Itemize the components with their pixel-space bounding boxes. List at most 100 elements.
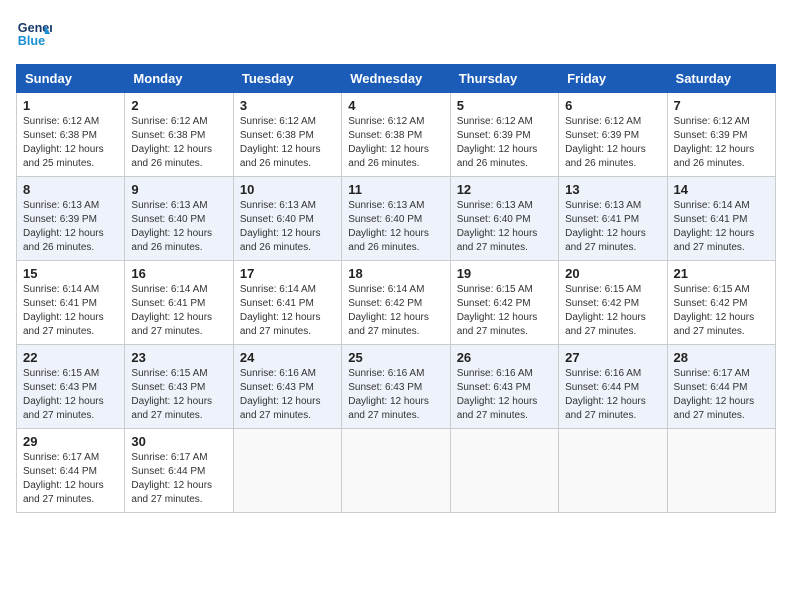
day-number: 13 <box>565 182 660 197</box>
calendar-cell: 17Sunrise: 6:14 AM Sunset: 6:41 PM Dayli… <box>233 261 341 345</box>
day-number: 22 <box>23 350 118 365</box>
day-info: Sunrise: 6:12 AM Sunset: 6:39 PM Dayligh… <box>674 115 769 171</box>
column-header-tuesday: Tuesday <box>233 65 341 93</box>
day-number: 21 <box>674 266 769 281</box>
day-number: 3 <box>240 98 335 113</box>
calendar-cell: 18 Sunrise: 6:14 AM Sunset: 6:42 PM Dayli… <box>342 261 450 345</box>
day-info: Sunrise: 6:15 AM Sunset: 6:42 PM Dayligh… <box>565 283 660 339</box>
calendar-week-5: 29 Sunrise: 6:17 AM Sunset: 6:44 PM Dayli… <box>17 429 776 513</box>
day-info: Sunrise: 6:14 AM Sunset: 6:41 PM Dayligh… <box>240 283 335 339</box>
day-info: Sunrise: 6:12 AM Sunset: 6:38 PM Dayligh… <box>240 115 335 171</box>
day-info: Sunrise: 6:12 AM Sunset: 6:39 PM Dayligh… <box>565 115 660 171</box>
day-info: Sunrise: 6:13 AM Sunset: 6:41 PM Dayligh… <box>565 199 660 255</box>
calendar-week-4: 22 Sunrise: 6:15 AM Sunset: 6:43 PM Dayli… <box>17 345 776 429</box>
day-info: Sunrise: 6:17 AM Sunset: 6:44 PM Dayligh… <box>131 451 226 507</box>
column-header-sunday: Sunday <box>17 65 125 93</box>
calendar-cell: 11 Sunrise: 6:13 AM Sunset: 6:40 PM Dayli… <box>342 177 450 261</box>
calendar-cell: 23 Sunrise: 6:15 AM Sunset: 6:43 PM Dayli… <box>125 345 233 429</box>
column-header-saturday: Saturday <box>667 65 775 93</box>
day-info: Sunrise: 6:13 AM Sunset: 6:40 PM Dayligh… <box>131 199 226 255</box>
calendar-cell: 27Sunrise: 6:16 AM Sunset: 6:44 PM Dayli… <box>559 345 667 429</box>
day-number: 18 <box>348 266 443 281</box>
calendar-cell: 6 Sunrise: 6:12 AM Sunset: 6:39 PM Daylig… <box>559 93 667 177</box>
day-number: 26 <box>457 350 552 365</box>
calendar-cell: 8 Sunrise: 6:13 AM Sunset: 6:39 PM Daylig… <box>17 177 125 261</box>
calendar-cell: 21 Sunrise: 6:15 AM Sunset: 6:42 PM Dayli… <box>667 261 775 345</box>
day-info: Sunrise: 6:16 AM Sunset: 6:43 PM Dayligh… <box>240 367 335 423</box>
calendar-cell: 4 Sunrise: 6:12 AM Sunset: 6:38 PM Daylig… <box>342 93 450 177</box>
calendar-cell: 14Sunrise: 6:14 AM Sunset: 6:41 PM Dayli… <box>667 177 775 261</box>
day-number: 30 <box>131 434 226 449</box>
calendar-week-2: 8 Sunrise: 6:13 AM Sunset: 6:39 PM Daylig… <box>17 177 776 261</box>
day-info: Sunrise: 6:14 AM Sunset: 6:42 PM Dayligh… <box>348 283 443 339</box>
column-header-friday: Friday <box>559 65 667 93</box>
day-info: Sunrise: 6:12 AM Sunset: 6:38 PM Dayligh… <box>23 115 118 171</box>
calendar-cell: 29 Sunrise: 6:17 AM Sunset: 6:44 PM Dayli… <box>17 429 125 513</box>
day-number: 12 <box>457 182 552 197</box>
day-info: Sunrise: 6:12 AM Sunset: 6:39 PM Dayligh… <box>457 115 552 171</box>
day-number: 2 <box>131 98 226 113</box>
day-number: 25 <box>348 350 443 365</box>
day-info: Sunrise: 6:13 AM Sunset: 6:40 PM Dayligh… <box>348 199 443 255</box>
calendar-cell: 30 Sunrise: 6:17 AM Sunset: 6:44 PM Dayli… <box>125 429 233 513</box>
calendar-cell <box>559 429 667 513</box>
calendar-table: SundayMondayTuesdayWednesdayThursdayFrid… <box>16 64 776 513</box>
logo: General Blue <box>16 16 56 52</box>
calendar-cell: 10 Sunrise: 6:13 AM Sunset: 6:40 PM Dayli… <box>233 177 341 261</box>
day-info: Sunrise: 6:14 AM Sunset: 6:41 PM Dayligh… <box>674 199 769 255</box>
day-info: Sunrise: 6:14 AM Sunset: 6:41 PM Dayligh… <box>131 283 226 339</box>
calendar-cell: 3 Sunrise: 6:12 AM Sunset: 6:38 PM Daylig… <box>233 93 341 177</box>
day-info: Sunrise: 6:15 AM Sunset: 6:43 PM Dayligh… <box>23 367 118 423</box>
calendar-cell: 12 Sunrise: 6:13 AM Sunset: 6:40 PM Dayli… <box>450 177 558 261</box>
logo-icon: General Blue <box>16 16 52 52</box>
calendar-cell: 22 Sunrise: 6:15 AM Sunset: 6:43 PM Dayli… <box>17 345 125 429</box>
column-header-thursday: Thursday <box>450 65 558 93</box>
day-number: 27 <box>565 350 660 365</box>
day-info: Sunrise: 6:17 AM Sunset: 6:44 PM Dayligh… <box>23 451 118 507</box>
day-info: Sunrise: 6:13 AM Sunset: 6:40 PM Dayligh… <box>240 199 335 255</box>
calendar-cell: 24 Sunrise: 6:16 AM Sunset: 6:43 PM Dayli… <box>233 345 341 429</box>
calendar-cell <box>342 429 450 513</box>
calendar-cell: 15Sunrise: 6:14 AM Sunset: 6:41 PM Dayli… <box>17 261 125 345</box>
day-number: 6 <box>565 98 660 113</box>
column-header-wednesday: Wednesday <box>342 65 450 93</box>
day-number: 23 <box>131 350 226 365</box>
calendar-body: 1 Sunrise: 6:12 AM Sunset: 6:38 PM Daylig… <box>17 93 776 513</box>
day-info: Sunrise: 6:15 AM Sunset: 6:42 PM Dayligh… <box>457 283 552 339</box>
day-info: Sunrise: 6:15 AM Sunset: 6:43 PM Dayligh… <box>131 367 226 423</box>
calendar-cell <box>233 429 341 513</box>
day-number: 9 <box>131 182 226 197</box>
calendar-cell: 2Sunrise: 6:12 AM Sunset: 6:38 PM Daylig… <box>125 93 233 177</box>
calendar-cell: 19 Sunrise: 6:15 AM Sunset: 6:42 PM Dayli… <box>450 261 558 345</box>
day-number: 28 <box>674 350 769 365</box>
calendar-cell: 28 Sunrise: 6:17 AM Sunset: 6:44 PM Dayli… <box>667 345 775 429</box>
day-info: Sunrise: 6:15 AM Sunset: 6:42 PM Dayligh… <box>674 283 769 339</box>
column-header-monday: Monday <box>125 65 233 93</box>
calendar-cell: 9 Sunrise: 6:13 AM Sunset: 6:40 PM Daylig… <box>125 177 233 261</box>
calendar-cell: 26Sunrise: 6:16 AM Sunset: 6:43 PM Dayli… <box>450 345 558 429</box>
calendar-header: SundayMondayTuesdayWednesdayThursdayFrid… <box>17 65 776 93</box>
day-number: 4 <box>348 98 443 113</box>
svg-text:Blue: Blue <box>18 34 45 48</box>
day-number: 1 <box>23 98 118 113</box>
day-number: 8 <box>23 182 118 197</box>
day-info: Sunrise: 6:13 AM Sunset: 6:39 PM Dayligh… <box>23 199 118 255</box>
calendar-cell <box>667 429 775 513</box>
calendar-cell: 7 Sunrise: 6:12 AM Sunset: 6:39 PM Daylig… <box>667 93 775 177</box>
day-number: 29 <box>23 434 118 449</box>
day-info: Sunrise: 6:17 AM Sunset: 6:44 PM Dayligh… <box>674 367 769 423</box>
day-number: 7 <box>674 98 769 113</box>
day-number: 24 <box>240 350 335 365</box>
calendar-week-1: 1 Sunrise: 6:12 AM Sunset: 6:38 PM Daylig… <box>17 93 776 177</box>
day-info: Sunrise: 6:12 AM Sunset: 6:38 PM Dayligh… <box>348 115 443 171</box>
day-info: Sunrise: 6:13 AM Sunset: 6:40 PM Dayligh… <box>457 199 552 255</box>
day-number: 15 <box>23 266 118 281</box>
calendar-cell: 20Sunrise: 6:15 AM Sunset: 6:42 PM Dayli… <box>559 261 667 345</box>
day-number: 19 <box>457 266 552 281</box>
day-number: 10 <box>240 182 335 197</box>
day-number: 11 <box>348 182 443 197</box>
calendar-week-3: 15 Sunrise: 6:14 AM Sunset: 6:41 PM Dayli… <box>17 261 776 345</box>
day-number: 16 <box>131 266 226 281</box>
page-header: General Blue <box>16 16 776 52</box>
calendar-cell: 5Sunrise: 6:12 AM Sunset: 6:39 PM Daylig… <box>450 93 558 177</box>
